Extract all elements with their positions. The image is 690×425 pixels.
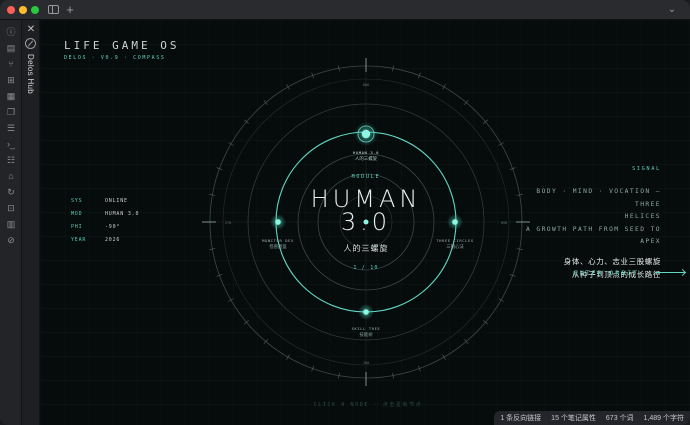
tick-label-top: 000: [363, 83, 369, 87]
minor-tick: [498, 298, 504, 302]
node-label-zh: 技能树: [359, 331, 373, 338]
minor-tick: [286, 354, 290, 360]
minor-tick: [286, 84, 290, 90]
title-bar: + ⌄: [0, 0, 690, 20]
maximize-window-button[interactable]: [31, 6, 39, 14]
graph-icon[interactable]: ⑂: [5, 58, 17, 70]
book-icon[interactable]: ▥: [5, 218, 17, 230]
copy-icon[interactable]: ❐: [5, 106, 17, 118]
plus-icon[interactable]: +: [63, 3, 77, 17]
calendar-icon[interactable]: ▦: [5, 90, 17, 102]
signal-panel: SIGNAL BODY · MIND · VOCATION — THREE HE…: [511, 166, 661, 281]
minor-tick: [228, 298, 234, 302]
node-label-en: HUMAN 3.0: [353, 150, 379, 155]
enter-orbit-label: ENTER ORBIT: [574, 269, 640, 277]
status-bar: 1 条反向链接 15 个笔记属性 673 个词 1,489 个字符: [494, 411, 690, 425]
compass-icon[interactable]: ⊘: [5, 234, 17, 246]
robot-icon[interactable]: ⊡: [5, 202, 17, 214]
enter-orbit-button[interactable]: ENTER ORBIT: [574, 269, 685, 277]
tick-label-left: 270: [225, 221, 231, 225]
close-window-button[interactable]: [7, 6, 15, 14]
sidebar-toggle-icon[interactable]: [46, 3, 60, 17]
ribbon: ⓘ ▤ ⑂ ⊞ ▦ ❐ ☰ ›_ ☷ ⌂ ↻ ⊡ ▥ ⊘: [0, 20, 22, 425]
node-left[interactable]: MONITOR DEX 怪兽图鉴: [262, 214, 294, 250]
module-subtitle-zh: 人的三螺旋: [344, 243, 389, 253]
file-icon[interactable]: ▤: [5, 42, 17, 54]
node-label-en: SKILL TREE: [352, 326, 381, 331]
module-label: MODULE: [352, 174, 381, 180]
minor-tick: [498, 142, 504, 146]
signal-line-en: HELICES: [624, 213, 661, 220]
backlinks-count[interactable]: 1 条反向链接: [500, 413, 541, 423]
sync-icon[interactable]: ↻: [5, 186, 17, 198]
node-label-zh: 人的三螺旋: [355, 155, 378, 162]
minor-tick: [442, 354, 446, 360]
node-label-zh: 怪兽图鉴: [269, 243, 287, 250]
close-icon[interactable]: ✕: [26, 24, 36, 35]
module-pager: 1 / 10: [353, 265, 378, 271]
char-count: 1,489 个字符: [643, 415, 684, 422]
node-label-zh: 三圈心法: [446, 243, 464, 250]
side-panel-tab: ✕ Delos Hub: [22, 20, 40, 425]
help-icon[interactable]: ⓘ: [5, 26, 17, 38]
minor-tick: [442, 84, 446, 90]
signal-line-en: BODY · MIND · VOCATION — THREE: [536, 188, 661, 208]
minor-tick: [228, 142, 234, 146]
signal-title: SIGNAL: [632, 166, 661, 172]
signal-line-en: A GROWTH PATH FROM SEED TO: [526, 225, 661, 233]
checklist-icon[interactable]: ☷: [5, 154, 17, 166]
tick-label-right: 090: [501, 221, 507, 225]
node-label-en: MONITOR DEX: [262, 238, 294, 243]
properties-count[interactable]: 15 个笔记属性: [551, 413, 596, 423]
terminal-icon[interactable]: ›_: [5, 138, 17, 150]
minimize-window-button[interactable]: [19, 6, 27, 14]
signal-line-en: APEX: [640, 238, 661, 245]
grid-icon[interactable]: ⊞: [5, 74, 17, 86]
compass-canvas: LIFE GAME OS DELOS · V0.9 · COMPASS SYS …: [41, 20, 690, 425]
bot-icon[interactable]: ⌂: [5, 170, 17, 182]
app-window: + ⌄ ⓘ ▤ ⑂ ⊞ ▦ ❐ ☰ ›_ ☷ ⌂ ↻ ⊡ ▥ ⊘ ✕ Delos…: [0, 0, 690, 425]
center-dot: [363, 219, 369, 225]
side-panel-label[interactable]: Delos Hub: [26, 54, 35, 94]
node-label-en: THREE CIRCLES: [436, 238, 474, 243]
list-icon[interactable]: ☰: [5, 122, 17, 134]
arrow-right-icon: [654, 271, 685, 273]
hint-text: CLICK A NODE · 点击星轨节点: [313, 402, 423, 408]
chevron-down-icon[interactable]: ⌄: [665, 3, 679, 17]
compass-icon[interactable]: [25, 38, 36, 49]
tick-label-bottom: 180: [363, 361, 369, 365]
word-count: 673 个词: [605, 415, 634, 422]
signal-line-zh: 身体、心力、志业三股螺旋: [563, 256, 661, 266]
